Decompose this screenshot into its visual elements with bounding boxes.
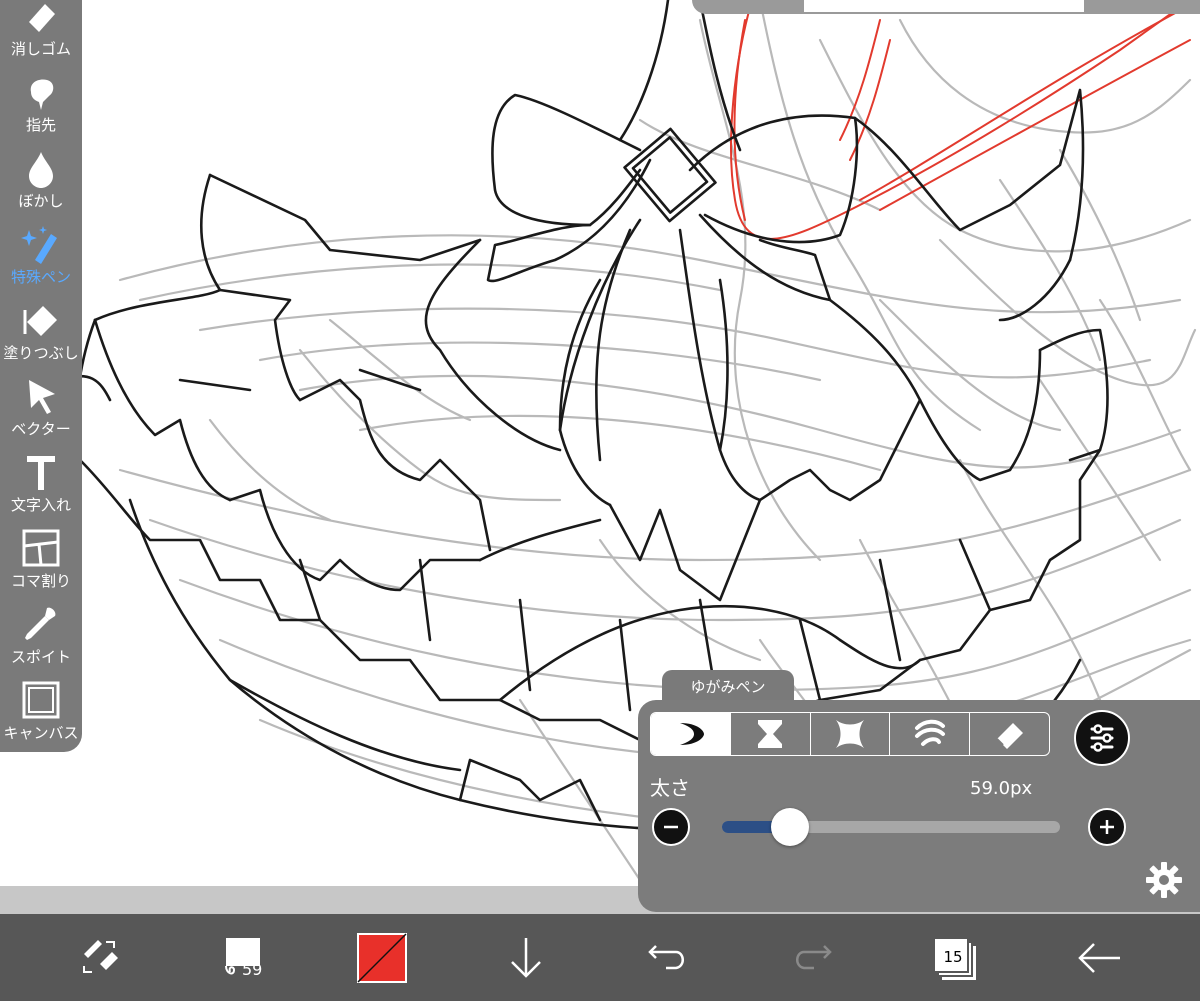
tool-eyedropper[interactable]: スポイト: [0, 600, 82, 674]
tool-blur[interactable]: ぼかし: [0, 144, 82, 218]
pinch-shape-icon: [835, 720, 864, 748]
color-swatch[interactable]: [352, 914, 412, 1001]
cursor-arrow-icon: [29, 380, 55, 414]
mode-pinch-button[interactable]: [811, 713, 891, 755]
brush-settings-panel: 太さ 59.0px: [638, 700, 1200, 912]
text-t-icon: [27, 456, 55, 490]
crescent-icon: [680, 723, 705, 745]
panel-divide-icon: [22, 529, 60, 567]
size-value: 59.0px: [970, 778, 1033, 799]
top-control-panel: [692, 0, 1200, 14]
minus-icon: [664, 825, 678, 829]
tool-special-pen[interactable]: 特殊ペン: [0, 220, 82, 294]
top-panel-field[interactable]: [804, 0, 1084, 12]
brush-size-icon[interactable]: [212, 914, 272, 1001]
tool-vector[interactable]: ベクター: [0, 372, 82, 446]
gear-icon[interactable]: [1144, 860, 1184, 900]
layers-count: 15: [943, 948, 963, 966]
tool-label: キャンバス: [3, 724, 79, 742]
brush-adjust-button[interactable]: [1074, 710, 1130, 766]
wave-swirl-icon: [914, 719, 945, 746]
magic-pen-icon: [21, 226, 57, 264]
finger-icon: [30, 79, 54, 110]
tool-eraser[interactable]: 消しゴム: [0, 0, 82, 66]
eraser-icon: [995, 723, 1023, 749]
undo-icon[interactable]: [638, 914, 698, 1001]
eraser-icon: [29, 4, 55, 32]
tool-frame[interactable]: コマ割り: [0, 524, 82, 598]
tool-label: スポイト: [10, 648, 71, 666]
bucket-fill-icon: [23, 306, 57, 336]
back-arrow-icon[interactable]: [1070, 914, 1130, 1001]
tool-label: 指先: [25, 116, 56, 134]
canvas-square-icon: [22, 681, 60, 719]
pen-eraser-switch-icon[interactable]: [70, 914, 130, 1001]
mode-eraser-button[interactable]: [970, 713, 1049, 755]
tool-label: 文字入れ: [10, 496, 71, 514]
distortion-mode-selector: [650, 712, 1050, 756]
mode-swirl-button[interactable]: [890, 713, 971, 755]
tool-text[interactable]: 文字入れ: [0, 448, 82, 522]
size-slider-thumb[interactable]: [770, 808, 809, 846]
tool-label: ぼかし: [18, 192, 64, 210]
tool-label: 特殊ペン: [10, 268, 71, 286]
sliders-icon: [1090, 724, 1114, 752]
tool-label: コマ割り: [10, 572, 71, 590]
eyedropper-icon: [25, 607, 56, 640]
hourglass-icon: [758, 720, 783, 748]
tool-label: 消しゴム: [10, 40, 71, 58]
size-label: 太さ: [650, 776, 690, 800]
tool-canvas[interactable]: キャンバス: [0, 676, 82, 750]
brush-size-number: 59: [242, 960, 263, 979]
size-increase-button[interactable]: [1088, 808, 1126, 846]
mode-hourglass-button[interactable]: [731, 713, 811, 755]
redo-icon[interactable]: [782, 914, 842, 1001]
arrow-down-icon[interactable]: [496, 914, 556, 1001]
tool-label: 塗りつぶし: [3, 344, 79, 362]
size-decrease-button[interactable]: [652, 808, 690, 846]
left-toolbar: 消しゴム 指先 ぼかし 特殊ペン 塗りつぶし ベクター 文字入れ コマ割り スポ…: [0, 0, 82, 752]
blur-drop-icon: [29, 152, 53, 188]
tool-fill[interactable]: 塗りつぶし: [0, 296, 82, 370]
tool-finger[interactable]: 指先: [0, 68, 82, 142]
tool-label: ベクター: [11, 420, 71, 438]
plus-icon: [1100, 820, 1114, 834]
bottom-toolbar: [0, 914, 1200, 1001]
mode-crescent-button[interactable]: [651, 713, 731, 755]
